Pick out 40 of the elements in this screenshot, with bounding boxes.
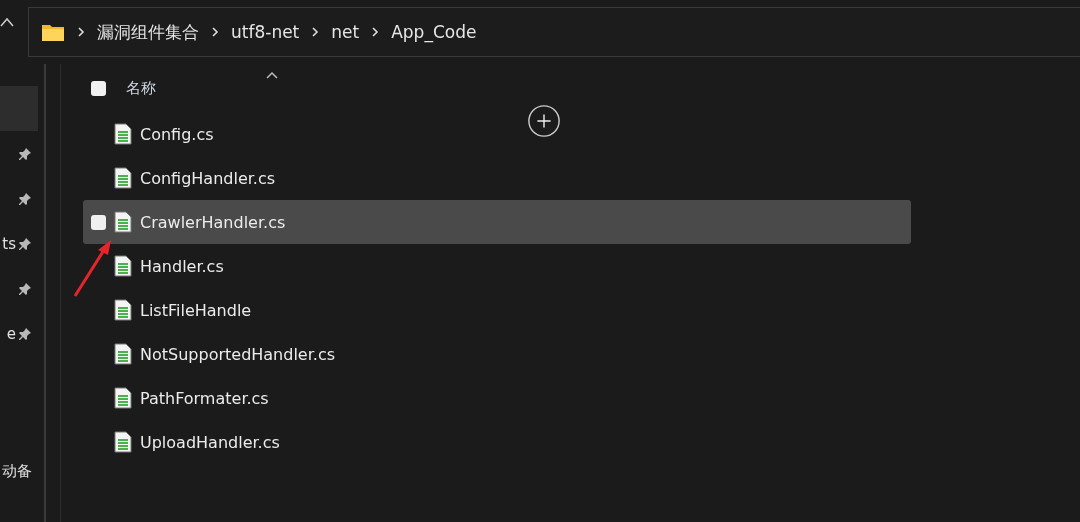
pin-icon[interactable]	[18, 281, 32, 296]
column-header[interactable]: 名称	[126, 78, 156, 98]
chevron-icon	[371, 26, 380, 38]
pin-icon[interactable]	[18, 146, 32, 161]
breadcrumb-item[interactable]: utf8-net	[231, 22, 300, 42]
folder-icon	[41, 22, 65, 42]
file-icon	[114, 343, 132, 365]
file-row[interactable]: ConfigHandler.cs	[83, 156, 1080, 200]
file-row[interactable]: UploadHandler.cs	[83, 420, 1080, 464]
pin-icon[interactable]	[18, 191, 32, 206]
sort-caret-icon[interactable]	[265, 70, 279, 80]
row-checkbox[interactable]	[91, 214, 106, 230]
add-cursor-icon	[527, 104, 561, 138]
pin-icon[interactable]	[18, 236, 32, 251]
file-row[interactable]: PathFormater.cs	[83, 376, 1080, 420]
sidebar-item[interactable]: e	[0, 311, 38, 356]
pin-icon[interactable]	[18, 326, 32, 341]
file-row[interactable]: CrawlerHandler.cs	[83, 200, 911, 244]
file-icon	[114, 387, 132, 409]
sidebar-item[interactable]: ts	[0, 221, 38, 266]
breadcrumb-item[interactable]: App_Code	[391, 22, 477, 42]
file-icon	[114, 431, 132, 453]
file-row[interactable]: NotSupportedHandler.cs	[83, 332, 1080, 376]
file-icon	[114, 211, 132, 233]
sidebar-item[interactable]: 动备	[0, 449, 38, 494]
up-caret-icon[interactable]	[0, 17, 14, 27]
breadcrumb-item[interactable]: 漏洞组件集合	[97, 20, 199, 44]
file-icon	[114, 167, 132, 189]
file-icon	[114, 299, 132, 321]
file-icon	[114, 255, 132, 277]
file-row[interactable]: Handler.cs	[83, 244, 1080, 288]
breadcrumb-item[interactable]: net	[331, 22, 360, 42]
file-row[interactable]: ListFileHandle	[83, 288, 1080, 332]
file-row[interactable]: Config.cs	[83, 112, 1080, 156]
address-bar[interactable]: 漏洞组件集合 utf8-net net App_Code	[28, 7, 1080, 57]
file-icon	[114, 123, 132, 145]
chevron-icon	[211, 26, 219, 38]
chevron-icon	[311, 26, 320, 38]
chevron-icon	[77, 26, 85, 38]
select-all-checkbox[interactable]	[91, 80, 106, 96]
